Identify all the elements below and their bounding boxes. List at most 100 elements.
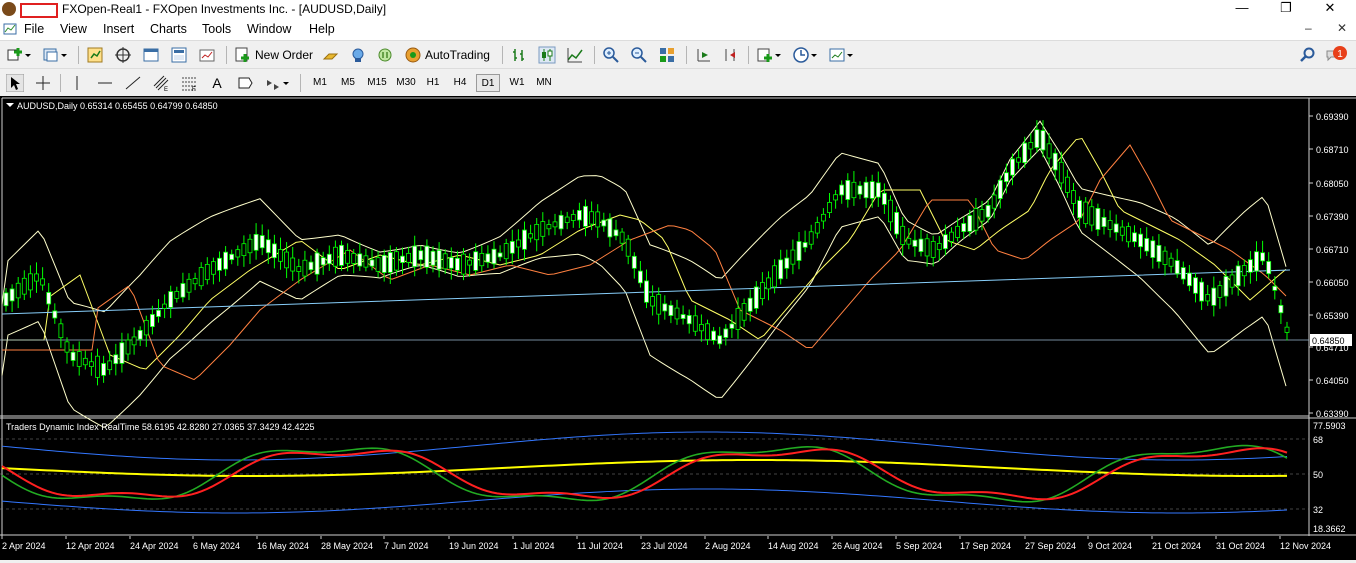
tile-windows-icon[interactable]	[658, 45, 676, 65]
time-axis-label: 12 Nov 2024	[1280, 541, 1331, 551]
periods-clock-button[interactable]	[792, 45, 817, 65]
standard-toolbar: New Order AutoTrading 1	[0, 40, 1356, 69]
navigator-crosshair-icon[interactable]	[114, 45, 132, 65]
zoom-in-icon[interactable]	[602, 45, 620, 65]
price-axis-label: 0.68710	[1316, 145, 1349, 155]
new-order-button[interactable]: New Order	[234, 45, 313, 65]
app-logo-icon	[2, 2, 16, 16]
indicator-axis-label: 68	[1313, 435, 1323, 445]
search-icon[interactable]	[1299, 45, 1317, 65]
zoom-out-icon[interactable]	[630, 45, 648, 65]
timeframe-m1[interactable]: M1	[308, 74, 332, 92]
time-axis-label: 7 Jun 2024	[384, 541, 429, 551]
signals-icon[interactable]	[349, 45, 367, 65]
chart-shift-icon[interactable]	[722, 45, 740, 65]
metaeditor-icon[interactable]	[376, 45, 394, 65]
label-tool-icon[interactable]	[236, 73, 254, 93]
terminal-icon[interactable]	[170, 45, 188, 65]
price-axis-label: 0.66050	[1316, 278, 1349, 288]
market-watch-icon[interactable]	[86, 45, 104, 65]
autotrading-label: AutoTrading	[425, 48, 490, 62]
price-axis-label: 0.68050	[1316, 179, 1349, 189]
text-tool-icon[interactable]: A	[208, 73, 226, 93]
time-axis-label: 5 Sep 2024	[896, 541, 942, 551]
cursor-tool-icon[interactable]	[6, 73, 24, 93]
trendline-tool-icon[interactable]	[124, 73, 142, 93]
gold-bars-icon[interactable]	[322, 45, 340, 65]
time-axis-label: 27 Sep 2024	[1025, 541, 1076, 551]
autotrading-button[interactable]: AutoTrading	[404, 45, 490, 65]
horizontal-line-tool-icon[interactable]	[96, 73, 114, 93]
price-axis-label: 0.69390	[1316, 112, 1349, 122]
auto-scroll-icon[interactable]	[694, 45, 712, 65]
mdi-minimize-button[interactable]: –	[1305, 21, 1312, 35]
bar-chart-icon[interactable]	[510, 45, 528, 65]
menu-charts[interactable]: Charts	[150, 22, 187, 36]
timeframe-h4[interactable]: H4	[448, 74, 472, 92]
price-axis-label: 0.63390	[1316, 409, 1349, 419]
maximize-button[interactable]: ❐	[1266, 0, 1306, 18]
time-axis-label: 28 May 2024	[321, 541, 373, 551]
time-axis-label: 26 Aug 2024	[832, 541, 883, 551]
line-chart-icon[interactable]	[566, 45, 584, 65]
timeframe-m30[interactable]: M30	[392, 74, 420, 92]
arrows-tool-button[interactable]	[264, 73, 289, 93]
templates-button[interactable]	[828, 45, 853, 65]
close-button[interactable]: ✕	[1310, 0, 1350, 18]
minimize-button[interactable]: —	[1222, 0, 1262, 18]
timeframe-d1[interactable]: D1	[476, 74, 500, 92]
current-price-label: 0.64850	[1312, 336, 1345, 346]
indicators-button[interactable]	[756, 45, 781, 65]
timeframe-w1[interactable]: W1	[505, 74, 529, 92]
menu-insert[interactable]: Insert	[103, 22, 134, 36]
time-axis-label: 23 Jul 2024	[641, 541, 688, 551]
time-axis-label: 24 Apr 2024	[130, 541, 179, 551]
time-axis-label: 31 Oct 2024	[1216, 541, 1265, 551]
notifications-count: 1	[1337, 49, 1343, 60]
time-axis-label: 17 Sep 2024	[960, 541, 1011, 551]
new-chart-button[interactable]	[6, 45, 31, 65]
crosshair-tool-icon[interactable]	[34, 73, 52, 93]
window-title: FXOpen-Real1 - FXOpen Investments Inc. -…	[62, 2, 387, 16]
menu-view[interactable]: View	[60, 22, 87, 36]
indicator-axis-label: 32	[1313, 505, 1323, 515]
menu-tools[interactable]: Tools	[202, 22, 231, 36]
redacted-account-box	[20, 3, 58, 18]
chart-header: AUDUSD,Daily 0.65314 0.65455 0.64799 0.6…	[17, 101, 218, 111]
vertical-line-tool-icon[interactable]	[68, 73, 86, 93]
price-axis-label: 0.66710	[1316, 245, 1349, 255]
time-axis-label: 21 Oct 2024	[1152, 541, 1201, 551]
drawing-toolbar: E F A M1 M5 M15 M30 H1 H4 D1 W1 MN	[0, 68, 1356, 97]
profiles-button[interactable]	[42, 45, 67, 65]
menu-file[interactable]: File	[24, 22, 44, 36]
time-axis-label: 12 Apr 2024	[66, 541, 115, 551]
strategy-tester-icon[interactable]	[198, 45, 216, 65]
time-axis-label: 19 Jun 2024	[449, 541, 499, 551]
price-axis-label: 0.67390	[1316, 212, 1349, 222]
notifications-button[interactable]: 1	[1325, 45, 1349, 65]
chart-window-icon[interactable]	[3, 22, 17, 39]
indicator-header: Traders Dynamic Index RealTime 58.6195 4…	[6, 422, 315, 432]
time-axis-label: 14 Aug 2024	[768, 541, 819, 551]
time-axis-label: 2 Apr 2024	[2, 541, 46, 551]
price-axis-label: 0.65390	[1316, 311, 1349, 321]
timeframe-h1[interactable]: H1	[421, 74, 445, 92]
candlestick-chart-icon[interactable]	[538, 45, 556, 65]
data-window-icon[interactable]	[142, 45, 160, 65]
timeframe-mn[interactable]: MN	[532, 74, 556, 92]
indicator-axis-label: 18.3662	[1313, 524, 1346, 534]
indicator-axis-label: 77.5903	[1313, 421, 1346, 431]
price-chart[interactable]: 0.69390 0.68710 0.68050 0.67390 0.66710 0.660…	[0, 96, 1356, 536]
menu-help[interactable]: Help	[309, 22, 335, 36]
timeframe-m15[interactable]: M15	[363, 74, 391, 92]
timeframe-m5[interactable]: M5	[336, 74, 360, 92]
mdi-close-button[interactable]: ✕	[1337, 21, 1347, 35]
time-axis-label: 2 Aug 2024	[705, 541, 751, 551]
fibonacci-tool-icon[interactable]: F	[180, 73, 198, 93]
time-axis-label: 1 Jul 2024	[513, 541, 555, 551]
menu-window[interactable]: Window	[247, 22, 291, 36]
time-axis: 2 Apr 2024 12 Apr 2024 24 Apr 2024 6 May 20…	[0, 536, 1356, 560]
chart-window[interactable]: 0.69390 0.68710 0.68050 0.67390 0.66710 0.660…	[0, 96, 1356, 536]
equidistant-channel-tool-icon[interactable]: E	[152, 73, 170, 93]
indicator-axis-label: 50	[1313, 470, 1323, 480]
